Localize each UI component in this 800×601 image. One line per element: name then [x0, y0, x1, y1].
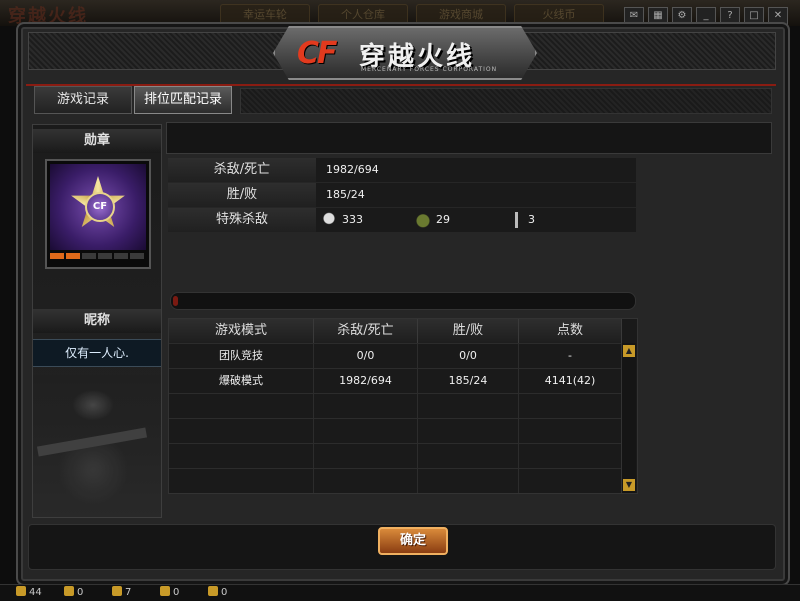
mode-name: 团队竞技 — [169, 344, 314, 368]
header-mode: 游戏模式 — [169, 319, 314, 343]
medal-badge[interactable]: CF — [45, 159, 151, 269]
soldier-artwork — [33, 375, 161, 517]
mode-points: 4141(42) — [519, 369, 622, 393]
table-scrollbar[interactable]: ▲ ▼ — [621, 343, 636, 493]
status-value: 0 — [173, 587, 180, 598]
header-win-lose: 胜/败 — [418, 319, 519, 343]
medal-pip — [130, 253, 144, 259]
header-kill-death: 杀敌/死亡 — [314, 319, 418, 343]
bottom-status-bar: 44 0 7 0 0 — [0, 584, 800, 601]
special-kills-label: 特殊杀敌 — [168, 208, 316, 232]
empty-cell — [418, 419, 519, 443]
empty-cell — [314, 469, 418, 493]
ok-button[interactable]: 确定 — [378, 527, 448, 555]
empty-cell — [169, 394, 314, 418]
nickname-value: 仅有一人心. — [33, 339, 161, 367]
medal-pip — [50, 253, 64, 259]
mode-win-lose: 0/0 — [418, 344, 519, 368]
mode-kill-death: 1982/694 — [314, 369, 418, 393]
status-item-list[interactable]: 44 — [16, 585, 42, 601]
tab-strip-decoration — [240, 88, 772, 114]
status-item-speaker[interactable]: 0 — [208, 585, 227, 601]
friends-icon — [112, 586, 122, 596]
game-logo: CF 穿越火线 MERCENARY FORCES CORPORATION — [273, 26, 537, 80]
table-row-empty — [169, 418, 622, 443]
soldier-rifle-art — [36, 427, 148, 457]
speaker-icon — [208, 586, 218, 596]
mode-kill-death: 0/0 — [314, 344, 418, 368]
logo-cf-mark: CF — [297, 36, 337, 71]
list-icon — [16, 586, 26, 596]
empty-cell — [519, 444, 622, 468]
medal-pip — [98, 253, 112, 259]
scroll-up-icon[interactable]: ▲ — [623, 345, 635, 357]
stat-row-win-lose: 胜/败 185/24 — [168, 183, 636, 207]
user-icon — [64, 586, 74, 596]
chat-icon — [160, 586, 170, 596]
win-lose-label: 胜/败 — [168, 183, 316, 207]
knife-count: 3 — [528, 213, 535, 226]
stat-row-special-kills: 特殊杀敌 333 29 3 — [168, 208, 636, 232]
table-row-empty — [169, 468, 622, 493]
player-panel: 勋章 CF 昵称 仅有一人心. — [32, 124, 162, 518]
medal-pip — [82, 253, 96, 259]
table-row-empty — [169, 393, 622, 418]
win-lose-value: 185/24 — [326, 188, 365, 201]
medal-core-emblem: CF — [85, 192, 115, 222]
empty-cell — [314, 394, 418, 418]
scroll-down-icon[interactable]: ▼ — [623, 479, 635, 491]
table-row[interactable]: 爆破模式 1982/694 185/24 4141(42) — [169, 368, 622, 393]
empty-cell — [169, 469, 314, 493]
empty-cell — [418, 394, 519, 418]
medal-background: CF — [50, 164, 146, 250]
status-value: 7 — [125, 587, 132, 598]
empty-cell — [418, 444, 519, 468]
mode-win-lose: 185/24 — [418, 369, 519, 393]
empty-cell — [519, 419, 622, 443]
status-item-user[interactable]: 0 — [64, 585, 83, 601]
rank-progress-bar — [170, 292, 636, 310]
empty-cell — [519, 394, 622, 418]
empty-cell — [169, 444, 314, 468]
table-row[interactable]: 团队竞技 0/0 0/0 - — [169, 343, 622, 368]
grenade-icon — [416, 212, 430, 228]
table-row-empty — [169, 443, 622, 468]
knife-icon — [510, 212, 524, 228]
tab-game-record[interactable]: 游戏记录 — [34, 86, 132, 114]
status-value: 0 — [221, 587, 228, 598]
mode-stats-table: 游戏模式 杀敌/死亡 胜/败 点数 团队竞技 0/0 0/0 - 爆破模式 19… — [168, 318, 638, 494]
kill-death-label: 杀敌/死亡 — [168, 158, 316, 182]
medal-pip — [114, 253, 128, 259]
header-points: 点数 — [519, 319, 622, 343]
match-record-dialog: CF 穿越火线 MERCENARY FORCES CORPORATION 游戏记… — [16, 22, 790, 586]
logo-subtitle: MERCENARY FORCES CORPORATION — [361, 66, 498, 73]
medal-title: 勋章 — [33, 129, 161, 153]
status-item-friends[interactable]: 7 — [112, 585, 131, 601]
empty-cell — [519, 469, 622, 493]
rank-progress-fill — [173, 296, 178, 306]
empty-cell — [314, 419, 418, 443]
tab-ranked-record[interactable]: 排位匹配记录 — [134, 86, 232, 114]
status-value: 44 — [29, 587, 42, 598]
headshot-count: 333 — [342, 213, 363, 226]
record-tabs: 游戏记录 排位匹配记录 — [30, 86, 772, 114]
status-value: 0 — [77, 587, 84, 598]
grenade-count: 29 — [436, 213, 450, 226]
main-top-bar — [166, 122, 772, 154]
stat-row-kill-death: 杀敌/死亡 1982/694 — [168, 158, 636, 182]
empty-cell — [418, 469, 519, 493]
kill-death-value: 1982/694 — [326, 163, 379, 176]
stats-summary: 杀敌/死亡 1982/694 胜/败 185/24 特殊杀敌 333 29 3 — [168, 158, 636, 233]
mode-points: - — [519, 344, 622, 368]
table-header: 游戏模式 杀敌/死亡 胜/败 点数 — [169, 319, 622, 343]
empty-cell — [314, 444, 418, 468]
mode-name: 爆破模式 — [169, 369, 314, 393]
medal-level-pips — [50, 253, 146, 261]
empty-cell — [169, 419, 314, 443]
skull-icon — [322, 212, 336, 228]
nickname-title: 昵称 — [33, 309, 161, 333]
medal-pip — [66, 253, 80, 259]
status-item-chat[interactable]: 0 — [160, 585, 179, 601]
